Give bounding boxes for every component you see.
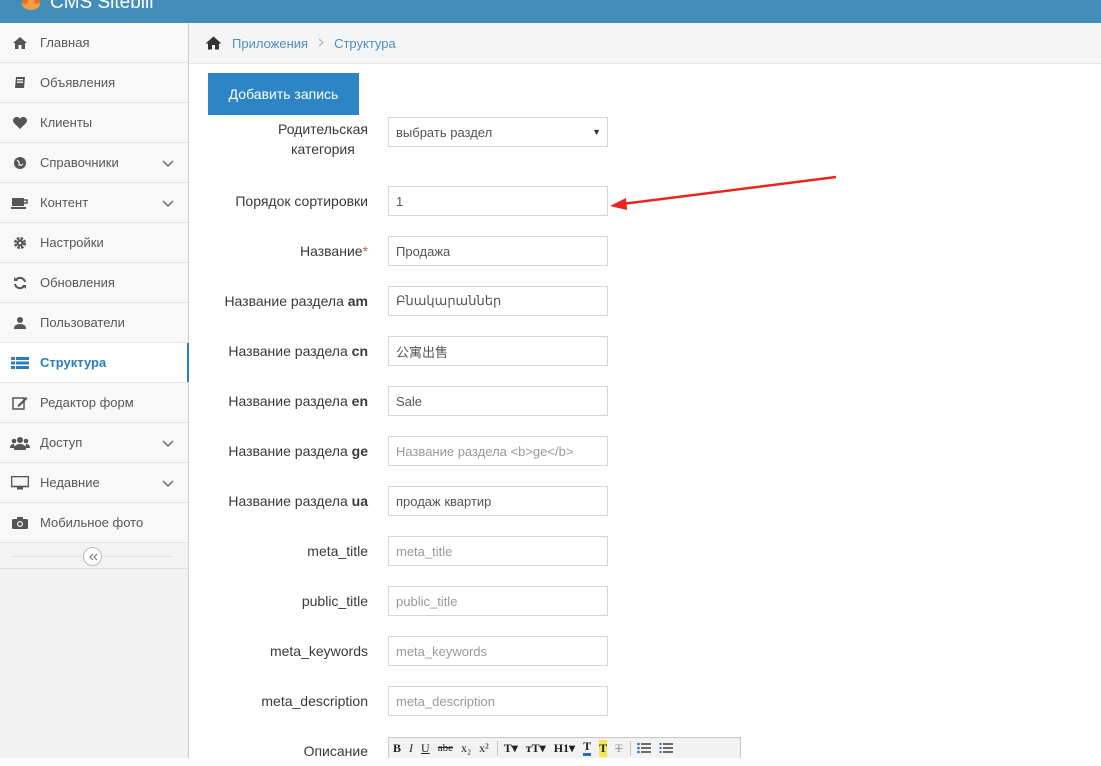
annotation-arrow-head-icon — [610, 198, 627, 210]
annotation-arrow-line — [621, 175, 837, 206]
annotation-arrow — [610, 175, 837, 210]
